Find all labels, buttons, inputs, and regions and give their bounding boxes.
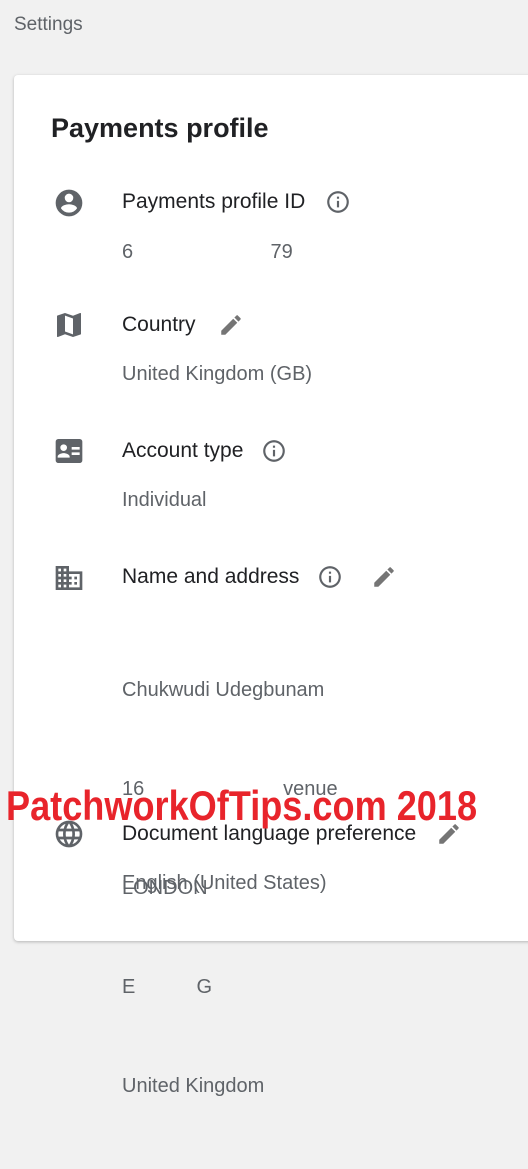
section-title: Name and address [122,565,300,588]
info-icon[interactable] [259,436,289,466]
section-title: Account type [122,439,244,462]
section-title: Country [122,313,196,336]
edit-pencil-icon[interactable] [216,310,246,340]
account-box-icon [52,434,86,468]
country-value: United Kingdom (GB) [122,363,313,385]
address-line: United Kingdom [122,1075,265,1097]
edit-pencil-icon[interactable] [369,562,399,592]
address-line: E G [122,976,213,998]
info-icon[interactable] [323,187,353,217]
business-icon [52,561,86,595]
map-icon [52,308,86,342]
page-title: Settings [14,14,83,35]
address-line: Chukwudi Udegbunam [122,679,325,701]
profile-id-value: 6 79 [122,241,293,263]
card-title: Payments profile [51,113,269,143]
watermark-text: PatchworkOfTips.com 2018 [6,782,478,829]
info-icon[interactable] [315,562,345,592]
account-circle-icon [52,186,86,220]
document-language-value: English (United States) [122,872,327,894]
account-type-value: Individual [122,489,207,511]
section-title: Payments profile ID [122,190,306,213]
